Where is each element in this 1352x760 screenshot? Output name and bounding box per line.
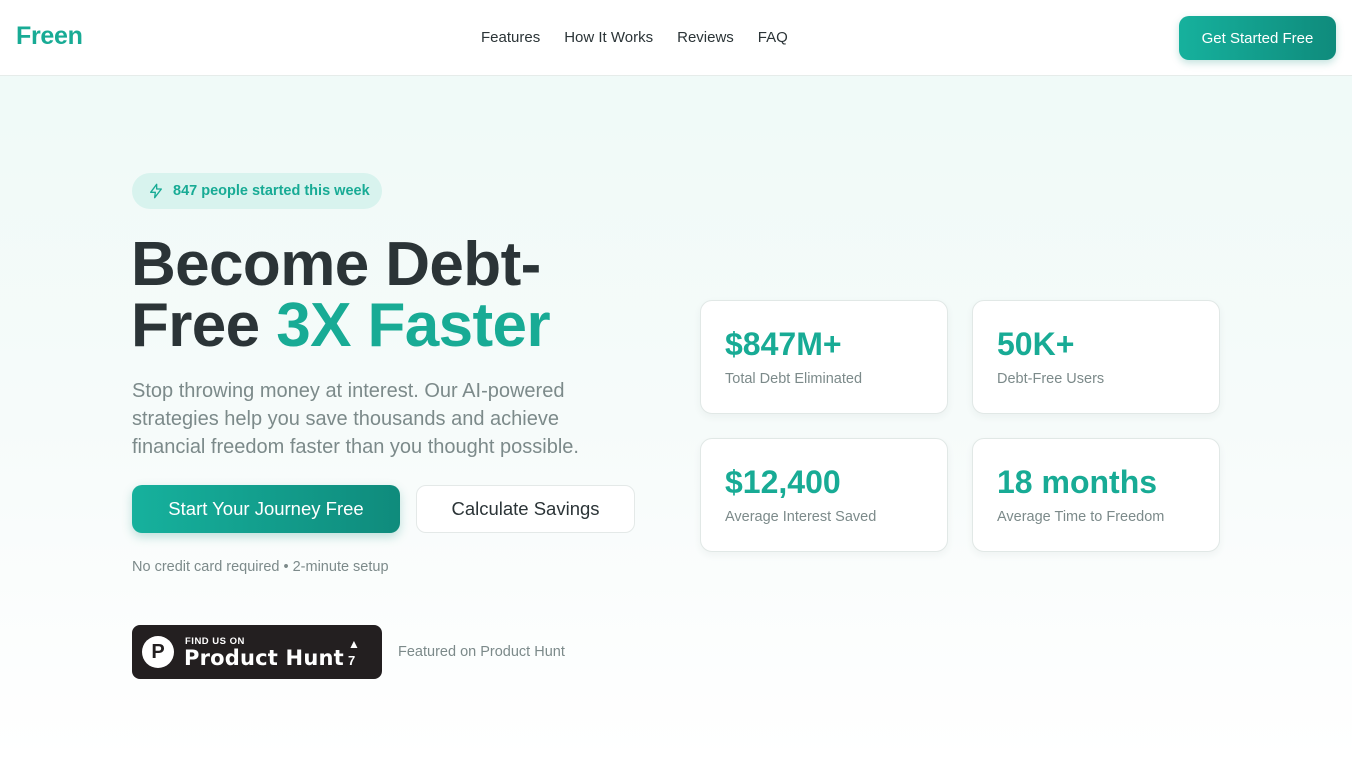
stat-label: Total Debt Eliminated bbox=[725, 371, 863, 387]
stat-label: Average Interest Saved bbox=[725, 509, 877, 525]
stat-card-interest-saved: $12,400 Average Interest Saved bbox=[700, 438, 948, 552]
nav-link-features[interactable]: Features bbox=[481, 29, 540, 47]
hero-subtitle: Stop throwing money at interest. Our AI-… bbox=[132, 380, 579, 458]
stat-card-time-to-freedom: 18 months Average Time to Freedom bbox=[972, 438, 1220, 552]
nav-link-reviews[interactable]: Reviews bbox=[677, 29, 734, 47]
signup-note: No credit card required • 2-minute setup bbox=[132, 559, 389, 575]
upvote-count: 7 bbox=[348, 653, 356, 668]
stat-card-users: 50K+ Debt-Free Users bbox=[972, 300, 1220, 414]
product-hunt-name: Product Hunt bbox=[184, 646, 344, 670]
main-nav: Features How It Works Reviews FAQ bbox=[481, 29, 788, 47]
social-proof-badge: 847 people started this week bbox=[132, 173, 382, 209]
get-started-button[interactable]: Get Started Free bbox=[1179, 16, 1336, 60]
hero-title-line2-plain: Free bbox=[131, 291, 260, 360]
upvote-arrow-icon: ▲ bbox=[348, 637, 360, 651]
nav-link-how-it-works[interactable]: How It Works bbox=[564, 29, 653, 47]
nav-link-faq[interactable]: FAQ bbox=[758, 29, 788, 47]
hero-title-accent: 3X Faster bbox=[276, 291, 550, 360]
stat-label: Debt-Free Users bbox=[997, 371, 1105, 387]
lightning-icon bbox=[150, 183, 162, 199]
site-header: Freen Features How It Works Reviews FAQ … bbox=[0, 0, 1352, 76]
start-journey-button[interactable]: Start Your Journey Free bbox=[132, 485, 400, 533]
hero-title-line1: Become Debt- bbox=[131, 230, 541, 299]
calculate-savings-button[interactable]: Calculate Savings bbox=[416, 485, 635, 533]
hero-title: Become Debt- Free 3X Faster bbox=[131, 234, 651, 357]
product-hunt-caption: Featured on Product Hunt bbox=[398, 644, 565, 660]
logo[interactable]: Freen bbox=[16, 22, 83, 51]
stat-value: $847M+ bbox=[725, 326, 842, 362]
badge-text: 847 people started this week bbox=[173, 183, 370, 199]
stat-value: $12,400 bbox=[725, 464, 841, 500]
product-hunt-logo-icon: P bbox=[142, 636, 174, 668]
stat-label: Average Time to Freedom bbox=[997, 509, 1165, 525]
stat-card-debt-eliminated: $847M+ Total Debt Eliminated bbox=[700, 300, 948, 414]
product-hunt-badge[interactable]: P FIND US ON Product Hunt ▲ 7 bbox=[132, 625, 382, 679]
stat-value: 50K+ bbox=[997, 326, 1075, 362]
stat-value: 18 months bbox=[997, 464, 1158, 500]
